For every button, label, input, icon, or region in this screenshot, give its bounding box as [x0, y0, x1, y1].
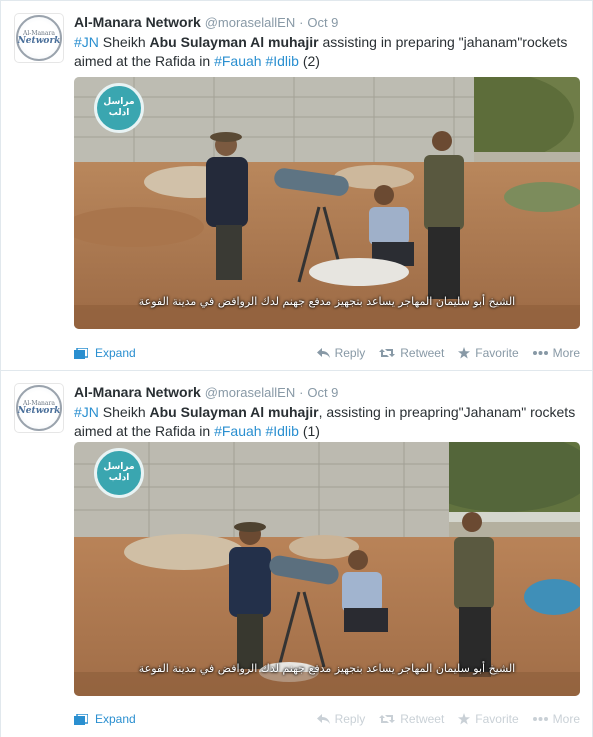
- more-label: More: [552, 712, 580, 726]
- watermark-line1: مراسل: [103, 462, 135, 472]
- retweet-button[interactable]: Retweet: [379, 712, 444, 726]
- tweet[interactable]: Al-Manara Network Al-Manara Network @mor…: [0, 0, 593, 371]
- hashtag-link[interactable]: #Fauah: [214, 53, 261, 69]
- avatar[interactable]: Al-Manara Network: [14, 383, 64, 433]
- reply-label: Reply: [334, 712, 366, 726]
- reply-icon: [316, 348, 330, 358]
- hashtag-link[interactable]: #Fauah: [214, 423, 261, 439]
- action-bar: Reply Retweet Favorite More: [316, 712, 580, 726]
- tweet-text-bold: Abu Sulayman Al muhajir: [149, 404, 319, 420]
- tweet-header: Al-Manara Network @moraselallEN · Oct 9: [74, 13, 580, 32]
- tweet-text-part: (2): [298, 53, 320, 69]
- retweet-icon: [379, 715, 396, 723]
- tweet-text: #JN Sheikh Abu Sulayman Al muhajir, assi…: [74, 403, 580, 441]
- hashtag-link[interactable]: #JN: [74, 404, 99, 420]
- reply-icon: [316, 714, 330, 724]
- retweet-icon: [379, 349, 396, 357]
- tweet-text: #JN Sheikh Abu Sulayman Al muhajir assis…: [74, 33, 580, 71]
- tweet-text-bold: Abu Sulayman Al muhajir: [149, 34, 319, 50]
- watermark-line2: ادلب: [108, 108, 130, 118]
- more-button[interactable]: More: [532, 712, 580, 726]
- tweet-text-part: (1): [298, 423, 320, 439]
- tweet-actions: Expand Reply Retweet Favorite More: [74, 346, 580, 362]
- star-icon: [458, 347, 471, 359]
- avatar-logo-line2: Network: [17, 406, 61, 416]
- action-bar: Reply Retweet Favorite More: [316, 346, 580, 360]
- photo-icon: [74, 346, 89, 359]
- tweet-header: Al-Manara Network @moraselallEN · Oct 9: [74, 383, 580, 402]
- retweet-label: Retweet: [400, 346, 445, 360]
- tweet-text-part: Sheikh: [98, 34, 150, 50]
- watermark-line2: ادلب: [108, 473, 130, 483]
- timestamp[interactable]: Oct 9: [307, 385, 338, 400]
- tweet-content: Al-Manara Network @moraselallEN · Oct 9 …: [74, 383, 580, 441]
- logo-icon: Al-Manara Network: [16, 15, 62, 61]
- more-dots-icon: [532, 351, 548, 355]
- account-handle[interactable]: @moraselallEN: [205, 15, 296, 30]
- tweet-photo[interactable]: مراسل ادلب الشيخ أبو سليمان المهاجر يساع…: [74, 77, 580, 329]
- timestamp[interactable]: Oct 9: [307, 15, 338, 30]
- watermark-logo: مراسل ادلب: [94, 448, 144, 498]
- separator-dot: ·: [299, 385, 304, 400]
- tweet-text-part: Sheikh: [98, 404, 150, 420]
- hashtag-link[interactable]: #Idlib: [265, 53, 298, 69]
- reply-button[interactable]: Reply: [316, 712, 366, 726]
- photo-icon: [74, 712, 89, 725]
- separator-dot: ·: [299, 15, 304, 30]
- expand-button[interactable]: Expand: [74, 712, 136, 726]
- expand-button[interactable]: Expand: [74, 346, 136, 360]
- star-icon: [458, 713, 471, 725]
- retweet-button[interactable]: Retweet: [379, 346, 444, 360]
- expand-label: Expand: [95, 346, 136, 360]
- expand-label: Expand: [95, 712, 136, 726]
- more-dots-icon: [532, 717, 548, 721]
- reply-button[interactable]: Reply: [316, 346, 366, 360]
- reply-label: Reply: [334, 346, 366, 360]
- favorite-button[interactable]: Favorite: [458, 712, 519, 726]
- tweet-content: Al-Manara Network @moraselallEN · Oct 9 …: [74, 13, 580, 71]
- hashtag-link[interactable]: #JN: [74, 34, 99, 50]
- photo-scene: [74, 442, 580, 696]
- favorite-label: Favorite: [475, 712, 519, 726]
- account-name[interactable]: Al-Manara Network: [74, 384, 201, 400]
- watermark-line1: مراسل: [103, 97, 135, 107]
- more-button[interactable]: More: [532, 346, 580, 360]
- tweet-photo[interactable]: مراسل ادلب الشيخ أبو سليمان المهاجر يساع…: [74, 442, 580, 696]
- avatar[interactable]: Al-Manara Network: [14, 13, 64, 63]
- more-label: More: [552, 346, 580, 360]
- favorite-button[interactable]: Favorite: [458, 346, 519, 360]
- hashtag-link[interactable]: #Idlib: [265, 423, 298, 439]
- favorite-label: Favorite: [475, 346, 519, 360]
- photo-caption: الشيخ أبو سليمان المهاجر يساعد بتجهيز مد…: [138, 295, 516, 308]
- watermark-logo: مراسل ادلب: [94, 83, 144, 133]
- photo-scene: [74, 77, 580, 329]
- tweet[interactable]: Al-Manara Network Al-Manara Network @mor…: [0, 371, 593, 737]
- logo-icon: Al-Manara Network: [16, 385, 62, 431]
- account-handle[interactable]: @moraselallEN: [205, 385, 296, 400]
- account-name[interactable]: Al-Manara Network: [74, 14, 201, 30]
- tweet-actions: Expand Reply Retweet Favorite More: [74, 712, 580, 728]
- retweet-label: Retweet: [400, 712, 445, 726]
- avatar-logo-line2: Network: [17, 36, 61, 46]
- photo-caption: الشيخ أبو سليمان المهاجر يساعد بتجهيز مد…: [138, 662, 516, 675]
